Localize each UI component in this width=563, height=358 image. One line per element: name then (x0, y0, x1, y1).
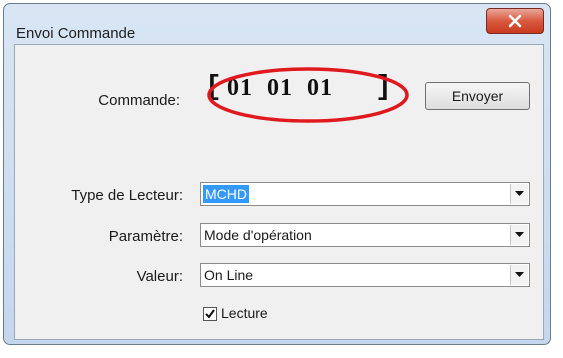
value-select[interactable]: On Line (200, 263, 530, 287)
parameter-label: Paramètre: (108, 228, 183, 245)
window-title: Envoi Commande (16, 25, 136, 42)
chevron-down-icon (515, 272, 524, 277)
highlight-ellipse (207, 67, 409, 123)
value-value: On Line (204, 267, 254, 283)
dialog-window: Envoi Commande Commande: [ 01 01 01 ] En… (3, 3, 551, 345)
checkmark-icon (205, 309, 215, 319)
dialog-body: Commande: [ 01 01 01 ] Envoyer Type de L… (14, 44, 544, 340)
chevron-down-icon (515, 232, 524, 237)
send-button[interactable]: Envoyer (425, 82, 530, 110)
value-dropdown-button[interactable] (510, 265, 528, 285)
command-label: Commande: (98, 92, 180, 109)
reader-type-label: Type de Lecteur: (71, 187, 183, 204)
read-checkbox[interactable] (203, 307, 217, 321)
read-checkbox-label[interactable]: Lecture (221, 304, 268, 322)
reader-type-value: MCHD (203, 185, 249, 203)
close-icon (508, 14, 522, 28)
title-bar[interactable]: Envoi Commande (4, 4, 550, 44)
chevron-down-icon (515, 191, 524, 196)
parameter-dropdown-button[interactable] (510, 225, 528, 245)
parameter-select[interactable]: Mode d'opération (200, 223, 530, 247)
reader-type-dropdown-button[interactable] (510, 184, 528, 204)
close-button[interactable] (486, 8, 544, 34)
parameter-value: Mode d'opération (204, 227, 312, 243)
reader-type-select[interactable]: MCHD (200, 182, 530, 206)
value-label: Valeur: (136, 268, 183, 285)
